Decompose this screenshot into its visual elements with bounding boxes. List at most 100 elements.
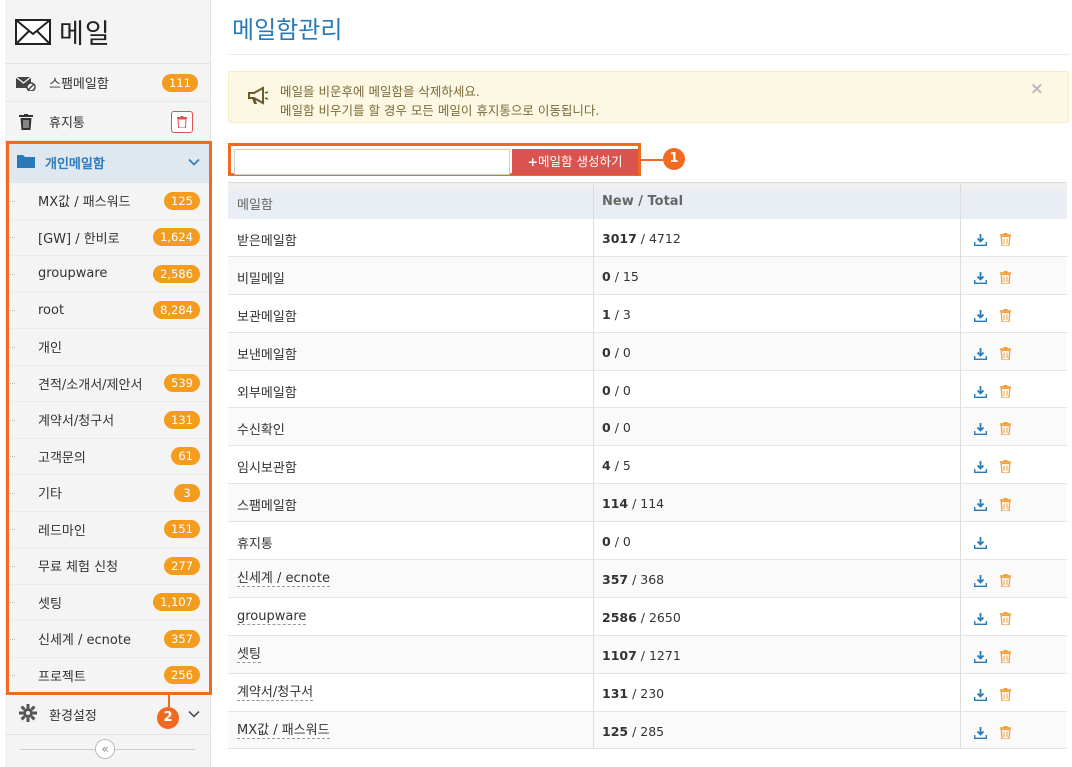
delete-icon[interactable] (1000, 686, 1011, 705)
delete-icon[interactable] (1000, 231, 1011, 250)
settings-label: 환경설정 (49, 709, 97, 724)
mailbox-count: 125/ 285 (602, 724, 664, 739)
sidebar-folder-item[interactable]: 견적/소개서/제안서 539 (5, 366, 210, 402)
delete-icon[interactable] (1000, 307, 1011, 326)
mailbox-name[interactable]: MX값 / 패스워드 (237, 723, 330, 739)
sidebar-item-trash[interactable]: 휴지통 (5, 103, 210, 141)
marker-two: 2 (157, 707, 179, 729)
sidebar-folder-item[interactable]: 프로젝트 256 (5, 658, 210, 694)
delete-icon[interactable] (1000, 496, 1011, 515)
gear-icon (19, 703, 37, 726)
download-icon[interactable] (973, 572, 988, 591)
download-icon[interactable] (973, 724, 988, 743)
trash-icon (177, 115, 187, 128)
folder-label: [GW] / 한비로 (38, 231, 120, 247)
mailbox-name-input[interactable] (234, 149, 510, 175)
sidebar-folder-item[interactable]: 개인 (5, 329, 210, 366)
marker-connector (168, 695, 170, 707)
sidebar-folder-group[interactable]: 개인메일함 (5, 142, 210, 183)
mailbox-count: 4/ 5 (602, 458, 631, 473)
tree-connector (7, 383, 15, 385)
total-count: / 4712 (640, 231, 681, 246)
empty-trash-button[interactable] (171, 110, 193, 133)
mailbox-name: 받은메일함 (237, 234, 297, 249)
download-icon[interactable] (973, 345, 988, 364)
folder-label: 고객문의 (38, 450, 86, 466)
sidebar-folder-item[interactable]: 기타 3 (5, 475, 210, 512)
close-icon[interactable]: × (1030, 79, 1044, 99)
download-icon[interactable] (973, 307, 988, 326)
sidebar-item-settings[interactable]: 환경설정 (5, 696, 210, 733)
tree-connector (7, 638, 15, 640)
delete-icon[interactable] (1000, 458, 1011, 477)
delete-icon[interactable] (1000, 572, 1011, 591)
download-icon[interactable] (973, 458, 988, 477)
collapse-sidebar-button[interactable]: « (95, 739, 115, 759)
sidebar-folder-item[interactable]: MX값 / 패스워드 125 (5, 183, 210, 220)
table-row: 수신확인 0/ 0 (228, 408, 1067, 447)
unread-badge: 125 (164, 191, 200, 210)
delete-icon[interactable] (1000, 724, 1011, 743)
mailbox-name: 보낸메일함 (237, 347, 297, 363)
total-count: / 15 (614, 268, 639, 284)
sidebar-folder-item[interactable]: [GW] / 한비로 1,624 (5, 220, 210, 256)
column-header-name: 메일함 (237, 198, 273, 213)
mailbox-name: 임시보관함 (237, 461, 297, 477)
app-logo[interactable]: 메일 (5, 0, 210, 64)
delete-icon[interactable] (1000, 610, 1011, 629)
create-button-label: 메일함 생성하기 (538, 154, 623, 169)
tree-connector (7, 419, 15, 421)
mailbox-count: 1/ 3 (602, 307, 631, 322)
sidebar-folder-item[interactable]: 레드마인 151 (5, 512, 210, 548)
total-count: / 0 (614, 534, 631, 550)
new-count: 1107 (602, 647, 637, 663)
tree-connector (7, 310, 15, 312)
mailbox-name[interactable]: 신세계 / ecnote (237, 571, 330, 588)
sidebar-folder-item[interactable]: 셋팅 1,107 (5, 585, 210, 621)
tree-connector (7, 456, 15, 458)
download-icon[interactable] (973, 648, 988, 667)
sidebar-folder-item[interactable]: 무료 체험 신청 277 (5, 548, 210, 585)
download-icon[interactable] (973, 496, 988, 515)
download-icon[interactable] (973, 420, 988, 439)
folder-label: 계약서/청구서 (38, 414, 115, 430)
sidebar-folder-item[interactable]: groupware 2,586 (5, 256, 210, 293)
delete-icon[interactable] (1000, 648, 1011, 667)
create-mailbox-button[interactable]: +메일함 생성하기 (512, 149, 638, 175)
download-icon[interactable] (973, 269, 988, 288)
delete-icon[interactable] (1000, 345, 1011, 364)
sidebar-folder-item[interactable]: 신세계 / ecnote 357 (5, 621, 210, 658)
sidebar-item-label: 휴지통 (49, 116, 85, 131)
create-mailbox-area: +메일함 생성하기 (228, 143, 641, 176)
unread-badge: 8,284 (153, 301, 200, 320)
download-icon[interactable] (973, 231, 988, 250)
download-icon[interactable] (973, 686, 988, 705)
sidebar-folder-item[interactable]: 계약서/청구서 131 (5, 402, 210, 439)
table-row: 외부메일함 0/ 0 (228, 370, 1067, 409)
column-header-count: New / Total (602, 194, 684, 209)
download-icon[interactable] (973, 610, 988, 629)
table-row: MX값 / 패스워드 125/ 285 (228, 711, 1067, 750)
delete-icon[interactable] (1000, 269, 1011, 288)
mailbox-name[interactable]: 계약서/청구서 (237, 685, 314, 701)
unread-badge: 256 (164, 666, 200, 685)
sidebar-folder-item[interactable]: 고객문의 61 (5, 439, 210, 475)
table-row: 받은메일함 3017/ 4712 (228, 219, 1067, 257)
sidebar-folder-item[interactable]: root 8,284 (5, 293, 210, 329)
unread-badge: 357 (164, 629, 200, 648)
mailbox-name: 보관메일함 (237, 309, 297, 325)
mailbox-count: 114/ 114 (602, 496, 664, 511)
download-icon[interactable] (973, 383, 988, 402)
sidebar-item-spam[interactable]: 스팸메일함 111 (5, 64, 210, 102)
total-count: / 0 (614, 344, 631, 360)
page-title: 메일함관리 (232, 16, 343, 44)
marker-one: 1 (663, 148, 685, 170)
download-icon[interactable] (973, 534, 988, 553)
delete-icon[interactable] (1000, 420, 1011, 439)
mailbox-name[interactable]: groupware (237, 609, 307, 625)
folder-label: 개인 (38, 341, 62, 357)
tree-connector (7, 492, 15, 494)
delete-icon[interactable] (1000, 383, 1011, 402)
plus-icon: + (527, 154, 538, 169)
mailbox-name[interactable]: 셋팅 (237, 647, 261, 663)
